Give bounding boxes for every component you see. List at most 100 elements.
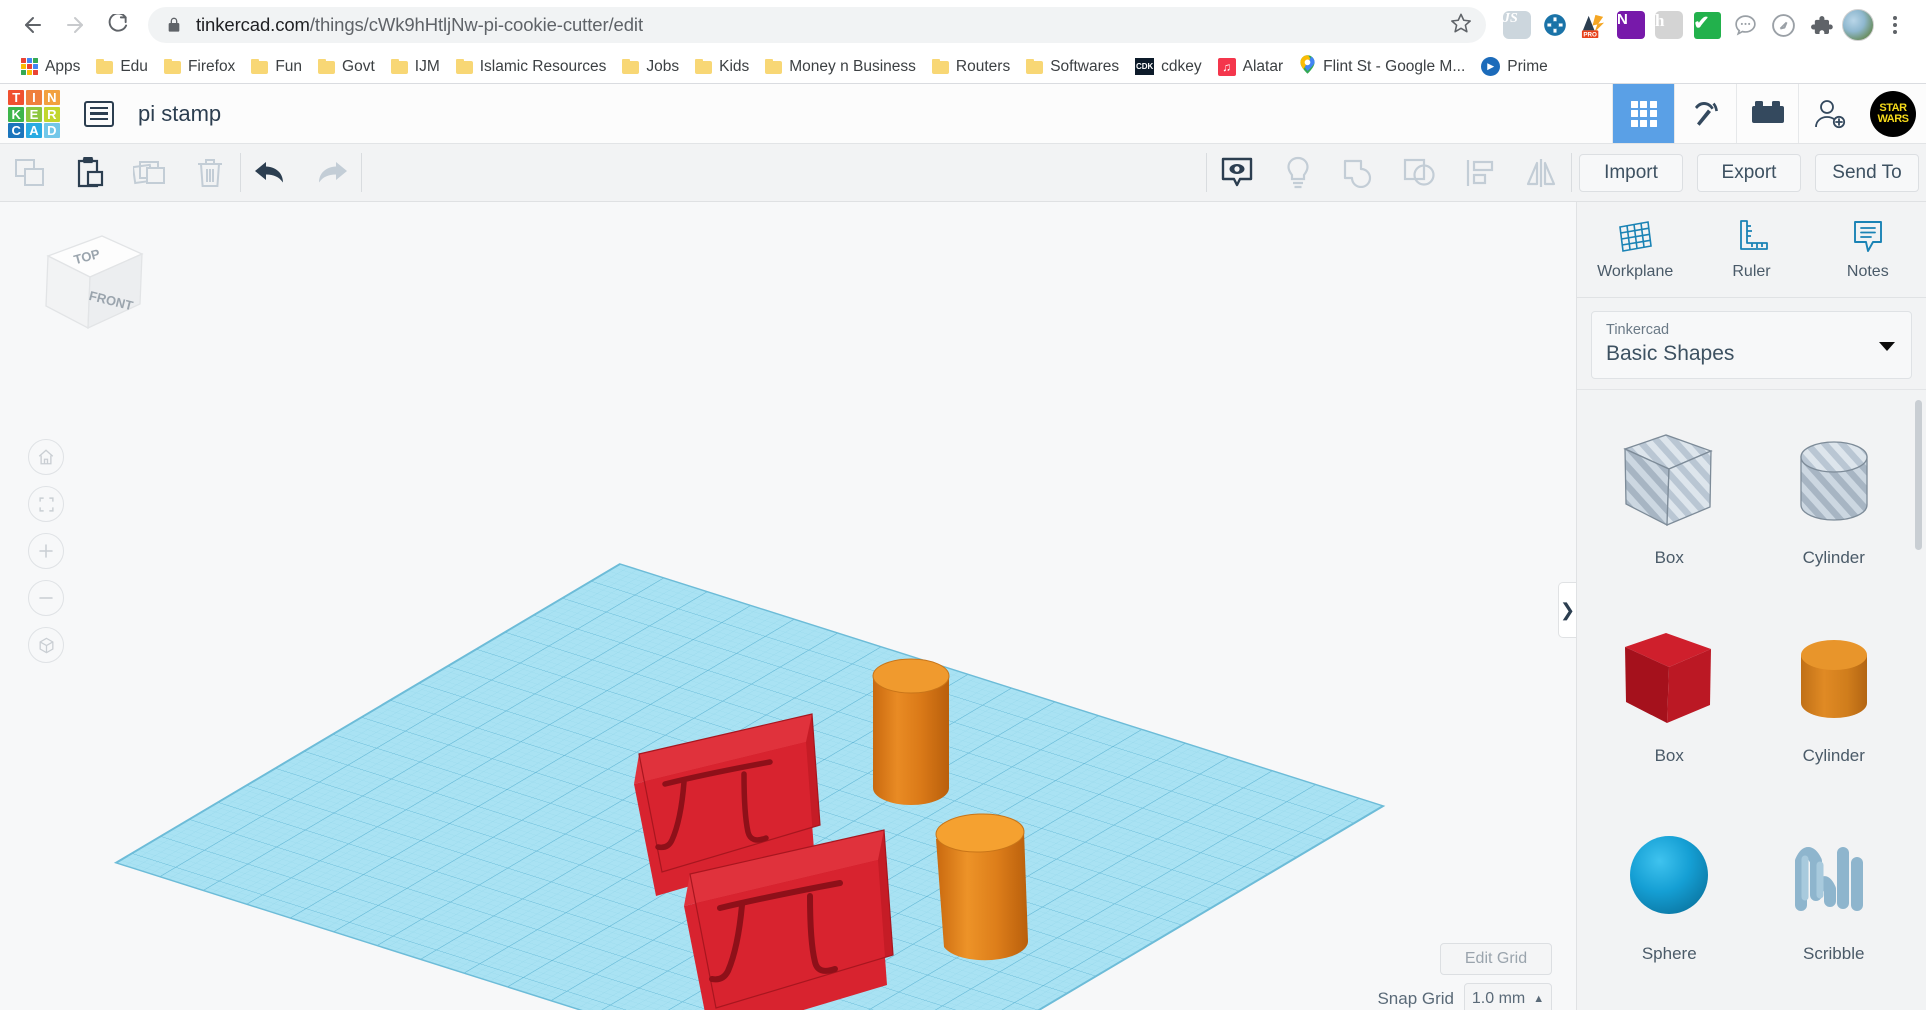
design-viewport[interactable]: Workplane [0,202,1576,1010]
shape-thumbnail [1614,818,1724,938]
paste-clipboard-icon [77,156,104,187]
bookmark-govt[interactable]: Govt [311,55,382,79]
bookmark-fun[interactable]: Fun [244,55,309,79]
tab-blocks[interactable] [1736,84,1798,143]
grid-controls: Edit Grid Snap Grid 1.0 mm ▲ [1377,943,1552,1010]
align-button[interactable] [1451,158,1511,188]
bookmark-softwares[interactable]: Softwares [1019,55,1126,79]
js-extension-icon[interactable]: JS [1500,8,1534,42]
home-view-button[interactable] [28,439,64,475]
bookmark-money-n-business[interactable]: Money n Business [758,55,923,79]
workplane-tool[interactable]: Workplane [1589,218,1681,281]
folder-icon [1026,59,1044,74]
shape-thumbnail [1614,620,1724,740]
honey-extension-icon[interactable]: h [1652,8,1686,42]
folder-icon [695,59,713,74]
import-button[interactable]: Import [1579,153,1683,192]
bookmark-flint-st-google-maps[interactable]: Flint St - Google M... [1292,52,1472,82]
bookmark-star-icon[interactable] [1438,12,1472,39]
shape-sphere[interactable]: Sphere [1587,804,1752,994]
blue-target-extension-icon[interactable] [1538,8,1572,42]
mirror-button[interactable] [1511,158,1571,188]
orthographic-toggle-button[interactable] [28,627,64,663]
shape-library-list[interactable]: Box Cylinder Box Cylinder Sphere Scribbl… [1577,389,1926,1010]
bookmark-cdkey[interactable]: CDK cdkey [1128,55,1209,79]
handle-cylinder-front[interactable] [935,812,1029,961]
bookmark-kids[interactable]: Kids [688,55,756,79]
design-list-menu-icon[interactable] [84,100,114,127]
undo-button[interactable] [241,160,301,186]
gray-circle-extension-icon[interactable] [1766,8,1800,42]
three-d-scene[interactable]: Workplane [0,202,1576,1010]
delete-button[interactable] [180,157,240,189]
paste-button[interactable] [60,156,120,189]
edit-grid-button[interactable]: Edit Grid [1440,943,1552,975]
tab-minecraft[interactable] [1674,84,1736,143]
zoom-in-button[interactable] [28,533,64,569]
zoom-out-button[interactable] [28,580,64,616]
shape-library-selector[interactable]: Tinkercad Basic Shapes [1591,311,1912,379]
bookmark-routers[interactable]: Routers [925,55,1017,79]
bookmark-ijm[interactable]: IJM [384,55,447,79]
shape-scribble[interactable]: Scribble [1752,804,1917,994]
bookmark-jobs[interactable]: Jobs [615,55,686,79]
bookmark-islamic-resources[interactable]: Islamic Resources [449,55,614,79]
bookmark-apps[interactable]: Apps [14,55,87,79]
logo-tile-c: C [8,123,25,138]
avatar-line-1: STAR [1879,101,1907,114]
address-bar[interactable]: tinkercad.com/things/cWk9hHtljNw-pi-cook… [148,7,1486,43]
avatar[interactable]: STAR WARS [1870,90,1916,137]
shape-box-solid[interactable]: Box [1587,606,1752,796]
lightbulb-icon [1287,156,1309,188]
tinkercad-logo[interactable]: T I N K E R C A D [8,90,60,138]
show-hide-button[interactable] [1207,156,1267,190]
duplicate-button[interactable] [120,158,180,188]
back-button[interactable] [14,6,52,44]
onenote-extension-icon[interactable]: N [1614,8,1648,42]
header-actions: STAR WARS [1612,84,1926,143]
redo-button[interactable] [301,160,361,186]
chrome-menu-kebab-icon[interactable] [1878,16,1912,34]
folder-icon [622,59,640,74]
export-button[interactable]: Export [1697,153,1801,192]
ungroup-button[interactable] [1390,158,1450,188]
snap-grid-select[interactable]: 1.0 mm ▲ [1464,983,1552,1010]
clipboard-tools [0,144,240,201]
bookmark-alatar[interactable]: ♫ Alatar [1211,55,1291,79]
chat-bubble-extension-icon[interactable] [1728,8,1762,42]
browser-toolbar: tinkercad.com/things/cWk9hHtljNw-pi-cook… [0,0,1926,50]
shape-cylinder-solid[interactable]: Cylinder [1752,606,1917,796]
handle-cylinder-back[interactable] [872,658,950,805]
view-cube[interactable]: TOP FRONT [30,230,150,338]
forward-button[interactable] [56,6,94,44]
group-button[interactable] [1329,158,1389,188]
bookmark-label: IJM [414,57,440,75]
hint-button[interactable] [1268,156,1328,190]
chevron-up-icon: ▲ [1533,993,1545,1005]
logo-tile-e: E [25,106,43,122]
bookmark-firefox[interactable]: Firefox [157,55,242,79]
fit-to-view-button[interactable] [28,486,64,522]
folder-icon [455,59,473,74]
puzzle-extensions-icon[interactable] [1804,8,1838,42]
tab-3d-designs[interactable] [1612,84,1674,143]
reload-button[interactable] [98,6,136,44]
bookmark-label: Money n Business [789,57,916,75]
bookmark-label: Routers [955,57,1011,75]
green-check-extension-icon[interactable]: ✔ [1690,8,1724,42]
notes-tool[interactable]: Notes [1822,218,1914,281]
copy-button[interactable] [0,158,60,188]
bookmark-edu[interactable]: Edu [89,55,155,79]
send-to-button[interactable]: Send To [1815,153,1919,192]
a-pro-extension-icon[interactable]: PRO [1576,8,1610,42]
panel-scrollbar[interactable] [1915,400,1922,550]
panel-collapse-toggle[interactable]: ❯ [1558,582,1576,638]
shape-box-hole[interactable]: Box [1587,408,1752,598]
profile-avatar[interactable] [1842,9,1874,41]
tab-invite-people[interactable] [1798,84,1860,143]
notes-bubble-icon [1853,221,1882,252]
ruler-tool[interactable]: Ruler [1705,218,1797,281]
bookmark-prime[interactable]: ▶ Prime [1474,54,1554,79]
shape-cylinder-hole[interactable]: Cylinder [1752,408,1917,598]
